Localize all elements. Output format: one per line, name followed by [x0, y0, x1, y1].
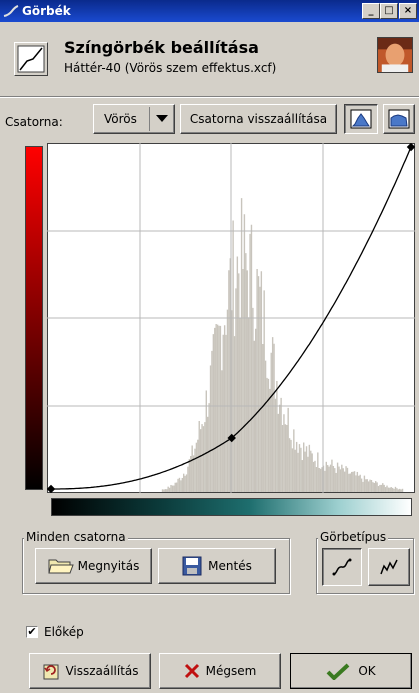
- curves-tool-icon: [14, 42, 48, 76]
- floppy-disk-icon: [182, 556, 202, 576]
- all-channels-group-title: Minden csatorna: [24, 530, 128, 544]
- curve-editor[interactable]: [47, 143, 415, 493]
- smooth-curve-button[interactable]: [322, 548, 362, 586]
- image-thumbnail: [377, 37, 413, 73]
- linear-histogram-button[interactable]: [344, 104, 378, 134]
- value-gradient-vertical: [25, 146, 43, 490]
- channel-label: Csatorna:: [5, 115, 63, 129]
- curve-type-group-title: Görbetípus: [318, 530, 389, 544]
- cross-icon: [184, 663, 199, 679]
- reset-icon: [43, 664, 59, 680]
- cancel-button[interactable]: Mégsem: [159, 653, 281, 689]
- dialog-header: Színgörbék beállítása Háttér-40 (Vörös s…: [0, 22, 419, 92]
- close-button[interactable]: ×: [399, 3, 417, 19]
- curves-app-icon: [3, 5, 19, 17]
- ok-button[interactable]: OK: [290, 653, 412, 689]
- header-separator: [0, 96, 419, 98]
- open-button[interactable]: Megnyitás: [35, 548, 152, 584]
- dialog-title: Színgörbék beállítása: [64, 38, 259, 57]
- ok-checkmark-icon: [326, 663, 350, 680]
- checkmark-icon: ✔: [27, 625, 37, 638]
- folder-open-icon: [48, 559, 74, 574]
- preview-label: Előkép: [44, 625, 84, 639]
- chevron-down-icon[interactable]: [149, 107, 174, 131]
- log-histogram-icon: [388, 109, 410, 129]
- title-bar[interactable]: Görbék _ □ ×: [0, 0, 419, 22]
- window-title: Görbék: [22, 4, 71, 18]
- preview-checkbox[interactable]: ✔: [26, 626, 38, 638]
- reset-channel-button[interactable]: Csatorna visszaállítása: [180, 104, 337, 134]
- smooth-curve-icon: [332, 558, 352, 576]
- linear-histogram-icon: [350, 109, 372, 129]
- log-histogram-button[interactable]: [383, 104, 415, 134]
- reset-button[interactable]: Visszaállítás: [29, 653, 151, 689]
- channel-selected-value: Vörös: [104, 112, 137, 126]
- freehand-curve-icon: [380, 559, 398, 575]
- value-gradient-horizontal: [51, 498, 412, 516]
- channel-select[interactable]: Vörös: [93, 104, 175, 134]
- maximize-button[interactable]: □: [380, 3, 398, 19]
- minimize-button[interactable]: _: [362, 3, 380, 19]
- image-name: Háttér-40 (Vörös szem effektus.xcf): [64, 61, 277, 75]
- save-button[interactable]: Mentés: [158, 548, 276, 584]
- freehand-curve-button[interactable]: [368, 548, 410, 586]
